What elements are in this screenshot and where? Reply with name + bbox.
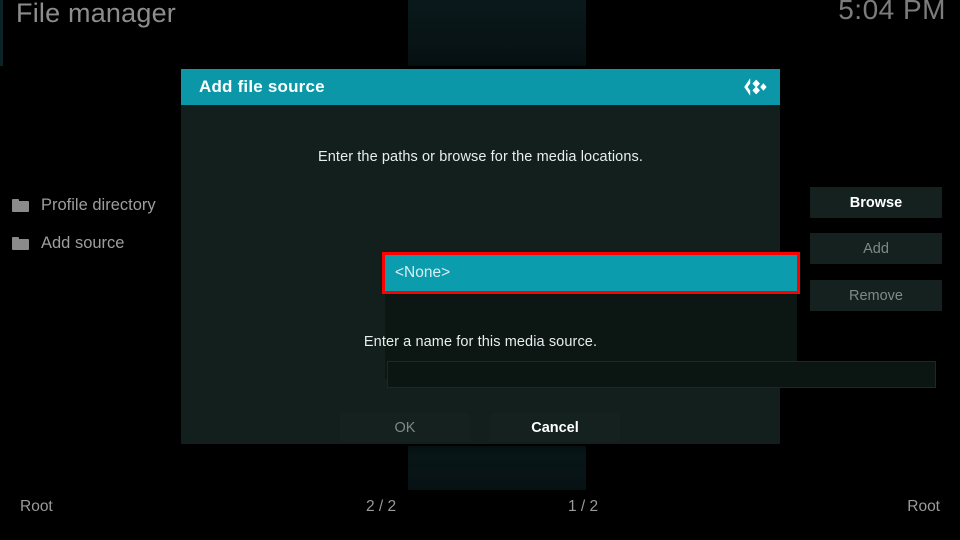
list-item-add-source[interactable]: Add source [0, 224, 200, 262]
dialog-header: Add file source [181, 69, 780, 105]
file-list-left-pane: Profile directory Add source [0, 186, 200, 262]
cancel-button-label: Cancel [531, 419, 579, 436]
status-right-page: 1 / 2 [568, 498, 599, 515]
dialog-title: Add file source [199, 77, 325, 96]
add-button-label: Add [863, 240, 889, 257]
kodi-logo-icon [742, 75, 768, 99]
path-list-item-none[interactable]: <None> [385, 255, 797, 291]
list-item-label: Add source [41, 233, 125, 252]
add-file-source-dialog: Add file source Enter the paths or brows… [181, 69, 942, 444]
page-title: File manager [16, 0, 176, 28]
cancel-button[interactable]: Cancel [490, 413, 620, 442]
remove-button[interactable]: Remove [810, 280, 942, 311]
file-manager-screen: File manager 5:04 PM Profile directory A… [0, 0, 960, 540]
add-button[interactable]: Add [810, 233, 942, 264]
status-left-page: 2 / 2 [366, 498, 397, 515]
list-item-profile-directory[interactable]: Profile directory [0, 186, 200, 224]
browse-button[interactable]: Browse [810, 187, 942, 218]
path-list-item-label: <None> [395, 264, 451, 281]
clock: 5:04 PM [838, 0, 946, 25]
list-item-label: Profile directory [41, 195, 156, 214]
paths-help-text: Enter the paths or browse for the media … [318, 149, 643, 165]
status-left-path: Root [20, 498, 53, 515]
status-bar: Root 2 / 2 1 / 2 Root [0, 498, 960, 520]
name-help-text: Enter a name for this media source. [363, 334, 598, 350]
background-panel-bottom [408, 446, 586, 490]
folder-icon [12, 198, 29, 212]
browse-button-label: Browse [849, 194, 903, 211]
ok-button-label: OK [394, 419, 416, 436]
dialog-body: Enter the paths or browse for the media … [181, 105, 942, 444]
remove-button-label: Remove [849, 287, 903, 304]
background-panel-divider [0, 0, 3, 66]
background-panel-top [408, 0, 586, 66]
ok-button[interactable]: OK [340, 413, 470, 442]
status-right-path: Root [907, 498, 940, 515]
source-name-input[interactable] [387, 361, 936, 388]
folder-icon [12, 236, 29, 250]
